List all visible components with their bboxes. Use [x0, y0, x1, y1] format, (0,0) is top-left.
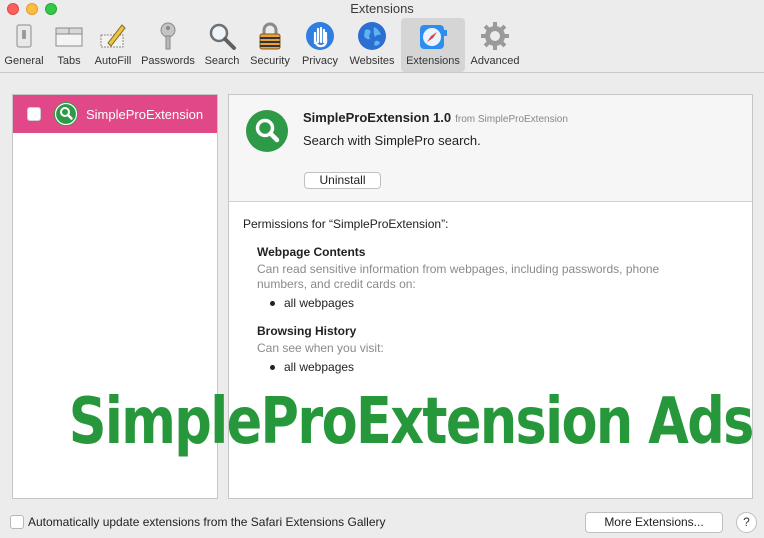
- permission-scope: all webpages: [270, 296, 752, 310]
- extension-description: Search with SimplePro search.: [303, 133, 481, 148]
- permissions-section: Permissions for “SimpleProExtension”: We…: [229, 202, 752, 374]
- tabs-icon: [53, 20, 85, 52]
- permission-scope: all webpages: [270, 360, 752, 374]
- general-icon: [8, 20, 40, 52]
- extension-name: SimpleProExtension: [86, 106, 204, 122]
- uninstall-button[interactable]: Uninstall: [304, 172, 381, 189]
- bullet-icon: [270, 364, 275, 370]
- gear-icon: [479, 20, 511, 52]
- extension-header: SimpleProExtension 1.0 from SimpleProExte…: [229, 95, 752, 202]
- search-icon: [206, 20, 238, 52]
- tab-websites[interactable]: Websites: [346, 18, 398, 72]
- extension-title: SimpleProExtension 1.0 from SimpleProExte…: [303, 110, 568, 125]
- key-icon: [152, 20, 184, 52]
- permissions-intro: Permissions for “SimpleProExtension”:: [243, 217, 449, 231]
- tab-autofill[interactable]: AutoFill: [92, 18, 134, 72]
- permission-description: Can see when you visit:: [257, 341, 384, 355]
- bullet-icon: [270, 300, 275, 306]
- title-bar: Extensions: [0, 0, 764, 18]
- permission-title: Browsing History: [257, 324, 357, 338]
- hand-icon: [304, 20, 336, 52]
- extension-search-icon: [54, 102, 78, 126]
- tab-advanced[interactable]: Advanced: [468, 18, 522, 72]
- tab-security[interactable]: Security: [247, 18, 293, 72]
- auto-update-label: Automatically update extensions from the…: [28, 515, 386, 529]
- window-title: Extensions: [350, 1, 414, 16]
- permission-title: Webpage Contents: [257, 245, 366, 259]
- tab-general[interactable]: General: [2, 18, 46, 72]
- permission-description: Can read sensitive information from webp…: [257, 262, 660, 291]
- autofill-icon: [97, 20, 129, 52]
- help-button[interactable]: ?: [736, 512, 757, 533]
- extension-search-icon: [246, 110, 288, 152]
- overlay-banner-text: SimpleProExtension Ads: [68, 385, 755, 459]
- tab-passwords[interactable]: Passwords: [139, 18, 197, 72]
- extension-developer: from SimpleProExtension: [455, 114, 568, 125]
- toolbar-divider: [0, 72, 764, 73]
- preferences-toolbar: General Tabs AutoFill Passwords Search S…: [0, 18, 764, 72]
- list-item[interactable]: SimpleProExtension: [13, 95, 217, 133]
- auto-update-checkbox[interactable]: [10, 515, 24, 529]
- tab-privacy[interactable]: Privacy: [298, 18, 342, 72]
- tab-tabs[interactable]: Tabs: [50, 18, 88, 72]
- permission-browsing-history: Browsing History Can see when you visit:…: [257, 324, 752, 374]
- extension-enable-checkbox[interactable]: [27, 107, 41, 121]
- tab-extensions[interactable]: Extensions: [401, 18, 465, 72]
- more-extensions-button[interactable]: More Extensions...: [585, 512, 723, 533]
- permission-webpage-contents: Webpage Contents Can read sensitive info…: [257, 245, 752, 310]
- globe-icon: [356, 20, 388, 52]
- tab-search[interactable]: Search: [202, 18, 242, 72]
- extensions-icon: [417, 20, 449, 52]
- lock-icon: [254, 20, 286, 52]
